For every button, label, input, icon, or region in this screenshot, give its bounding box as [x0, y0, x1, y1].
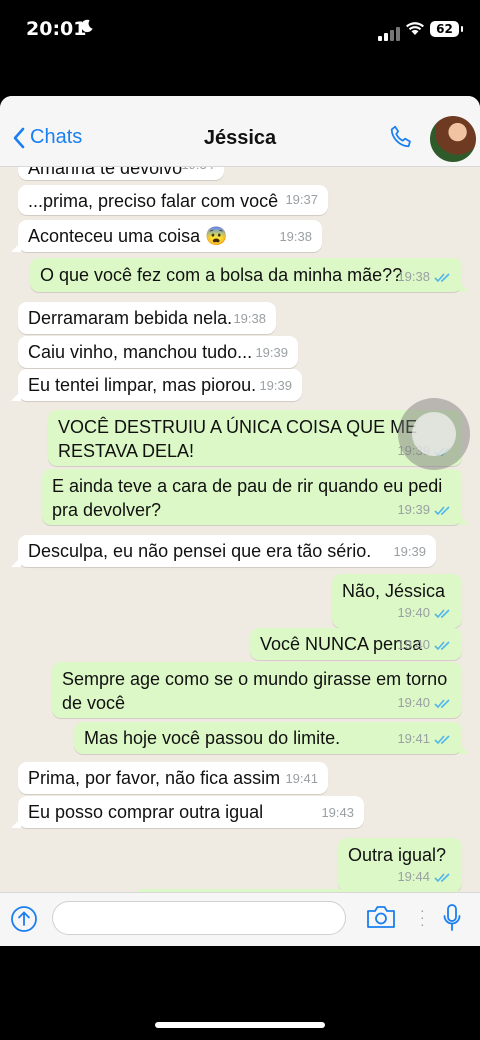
message-incoming[interactable]: Aconteceu uma coisa 😨 19:38	[11, 220, 322, 252]
message-text: Caiu vinho, manchou tudo...	[28, 342, 253, 362]
message-time-text: 19:44	[397, 869, 430, 884]
message-time-text: 19:38	[233, 311, 266, 326]
status-time: 20:01	[26, 18, 87, 40]
message-incoming[interactable]: Caiu vinho, manchou tudo... 19:39	[18, 336, 298, 368]
message-incoming[interactable]: Prima, por favor, não fica assim 19:41	[18, 762, 328, 794]
message-outgoing[interactable]: Mas hoje você passou do limite. 19:41	[74, 722, 469, 754]
message-time: 19:37	[285, 188, 318, 212]
message-time: 19:39	[259, 374, 292, 398]
message-text: Derramaram bebida nela.	[28, 308, 233, 328]
double-check-icon	[434, 272, 450, 282]
chat-screen: Chats Jéssica Amanhã te devolvo 19:34 ..…	[0, 96, 480, 946]
contact-avatar[interactable]	[430, 116, 476, 162]
phone-icon[interactable]	[388, 124, 414, 150]
message-outgoing[interactable]: Você NUNCA pensa 19:40	[250, 628, 462, 660]
plus-circle-icon[interactable]	[10, 905, 38, 933]
message-time-text: 19:39	[255, 345, 288, 360]
message-time-text: 19:39	[259, 378, 292, 393]
mic-icon[interactable]	[442, 903, 462, 933]
message-time: 19:40	[397, 633, 452, 657]
cellular-signal-icon	[378, 23, 402, 41]
composer-bar: · · ·	[0, 892, 480, 946]
message-incoming[interactable]: Eu tentei limpar, mas piorou. 19:39	[11, 369, 302, 401]
message-outgoing[interactable]: Não, Jéssica 19:40	[332, 574, 462, 628]
status-bar: 20:01 62	[0, 0, 480, 60]
separator-dots: · · ·	[420, 902, 425, 932]
message-time: 19:44	[397, 865, 452, 889]
message-list[interactable]: Amanhã te devolvo 19:34 ...prima, precis…	[0, 166, 480, 892]
message-time-text: 19:37	[285, 192, 318, 207]
message-text: ...prima, preciso falar com você	[28, 191, 279, 211]
message-time: 19:40	[397, 601, 452, 625]
message-outgoing[interactable]: Outra igual? 19:44	[338, 838, 462, 892]
message-text: Sempre age como se o mundo girasse em to…	[62, 669, 448, 713]
message-time: 19:39	[393, 540, 426, 564]
message-time: 19:38	[233, 307, 266, 331]
message-time-text: 19:43	[321, 805, 354, 820]
double-check-icon	[434, 505, 450, 515]
message-text: Outra igual?	[348, 845, 447, 865]
message-time-text: 19:40	[397, 637, 430, 652]
double-check-icon	[434, 608, 450, 618]
message-time: 19:38	[397, 265, 452, 289]
message-text: Prima, por favor, não fica assim	[28, 768, 281, 788]
message-text: VOCÊ DESTRUIU A ÚNICA COISA QUE ME RESTA…	[58, 417, 418, 461]
message-text: O que você fez com a bolsa da minha mãe?…	[40, 265, 403, 285]
chat-header: Chats Jéssica	[0, 96, 480, 167]
message-time-text: 19:40	[397, 605, 430, 620]
message-text: E ainda teve a cara de pau de rir quando…	[52, 476, 443, 520]
message-incoming[interactable]: ...prima, preciso falar com você 19:37	[18, 185, 328, 215]
message-text: Aconteceu uma coisa 😨	[28, 226, 228, 246]
message-time: 19:34	[181, 166, 214, 177]
message-time-text: 19:41	[397, 731, 430, 746]
message-time-text: 19:39	[397, 502, 430, 517]
camera-icon[interactable]	[365, 904, 397, 930]
double-check-icon	[434, 640, 450, 650]
message-time-text: 19:38	[279, 229, 312, 244]
message-time-text: 19:40	[397, 695, 430, 710]
message-time: 19:39	[255, 341, 288, 365]
moon-icon	[81, 19, 93, 33]
message-time-text: 19:38	[397, 269, 430, 284]
home-indicator[interactable]	[155, 1022, 325, 1028]
message-time-text: 19:41	[285, 771, 318, 786]
message-text: Eu tentei limpar, mas piorou.	[28, 375, 257, 395]
assistive-touch-button[interactable]	[398, 398, 470, 470]
battery-indicator: 62	[430, 21, 463, 37]
double-check-icon	[434, 698, 450, 708]
message-time: 19:40	[397, 691, 452, 715]
message-time-text: 19:34	[181, 166, 214, 177]
message-outgoing[interactable]: O que você fez com a bolsa da minha mãe?…	[30, 258, 469, 292]
message-text: Desculpa, eu não pensei que era tão séri…	[28, 541, 372, 561]
message-incoming[interactable]: Amanhã te devolvo 19:34	[18, 166, 224, 180]
message-text: Eu posso comprar outra igual	[28, 802, 264, 822]
message-incoming[interactable]: Eu posso comprar outra igual 19:43	[11, 796, 364, 828]
double-check-icon	[434, 872, 450, 882]
double-check-icon	[434, 734, 450, 744]
message-text: Não, Jéssica	[342, 581, 446, 601]
message-incoming[interactable]: Desculpa, eu não pensei que era tão séri…	[11, 535, 436, 567]
message-time: 19:39	[397, 498, 452, 522]
message-outgoing[interactable]: Sempre age como se o mundo girasse em to…	[52, 662, 462, 718]
message-time-text: 19:39	[393, 544, 426, 559]
message-incoming[interactable]: Derramaram bebida nela. 19:38	[18, 302, 276, 334]
message-time: 19:41	[285, 767, 318, 791]
message-time: 19:41	[397, 727, 452, 751]
message-time: 19:43	[321, 801, 354, 825]
message-time: 19:38	[279, 225, 312, 249]
message-outgoing[interactable]: E ainda teve a cara de pau de rir quando…	[42, 469, 469, 525]
message-input[interactable]	[52, 901, 346, 935]
wifi-icon	[406, 22, 424, 35]
